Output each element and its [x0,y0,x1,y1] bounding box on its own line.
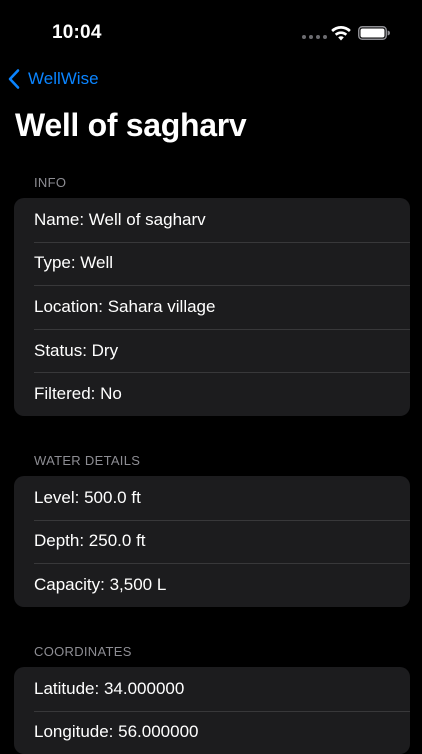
info-status-row: Status: Dry [14,328,410,373]
page-title: Well of sagharv [15,107,247,143]
chevron-left-icon [8,69,20,89]
section-header-coordinates: COORDINATES [34,644,132,659]
section-header-water-details: WATER DETAILS [34,453,141,468]
latitude-row: Latitude: 34.000000 [34,678,185,698]
status-time: 10:04 [52,22,102,43]
battery-icon [358,26,390,40]
cellular-signal-icon [302,35,327,39]
wifi-icon [331,25,351,41]
info-type-row: Type: Well [14,241,410,286]
info-name-row: Name: Well of sagharv [34,209,206,229]
info-filtered-row: Filtered: No [14,372,410,416]
coordinates-group: Latitude: 34.000000 Longitude: 56.000000 [14,667,410,754]
water-details-group: Level: 500.0 ft Depth: 250.0 ft Capacity… [14,476,410,607]
back-button[interactable]: WellWise [6,66,99,92]
back-button-label: WellWise [28,69,99,88]
info-location-row: Location: Sahara village [14,285,410,329]
water-level-row: Level: 500.0 ft [34,487,141,507]
water-depth-row: Depth: 250.0 ft [14,519,410,564]
info-group: Name: Well of sagharv Type: Well Locatio… [14,198,410,416]
status-bar: 10:04 [0,0,422,60]
section-header-info: INFO [34,175,67,190]
longitude-row: Longitude: 56.000000 [14,710,410,754]
water-capacity-row: Capacity: 3,500 L [14,563,410,607]
